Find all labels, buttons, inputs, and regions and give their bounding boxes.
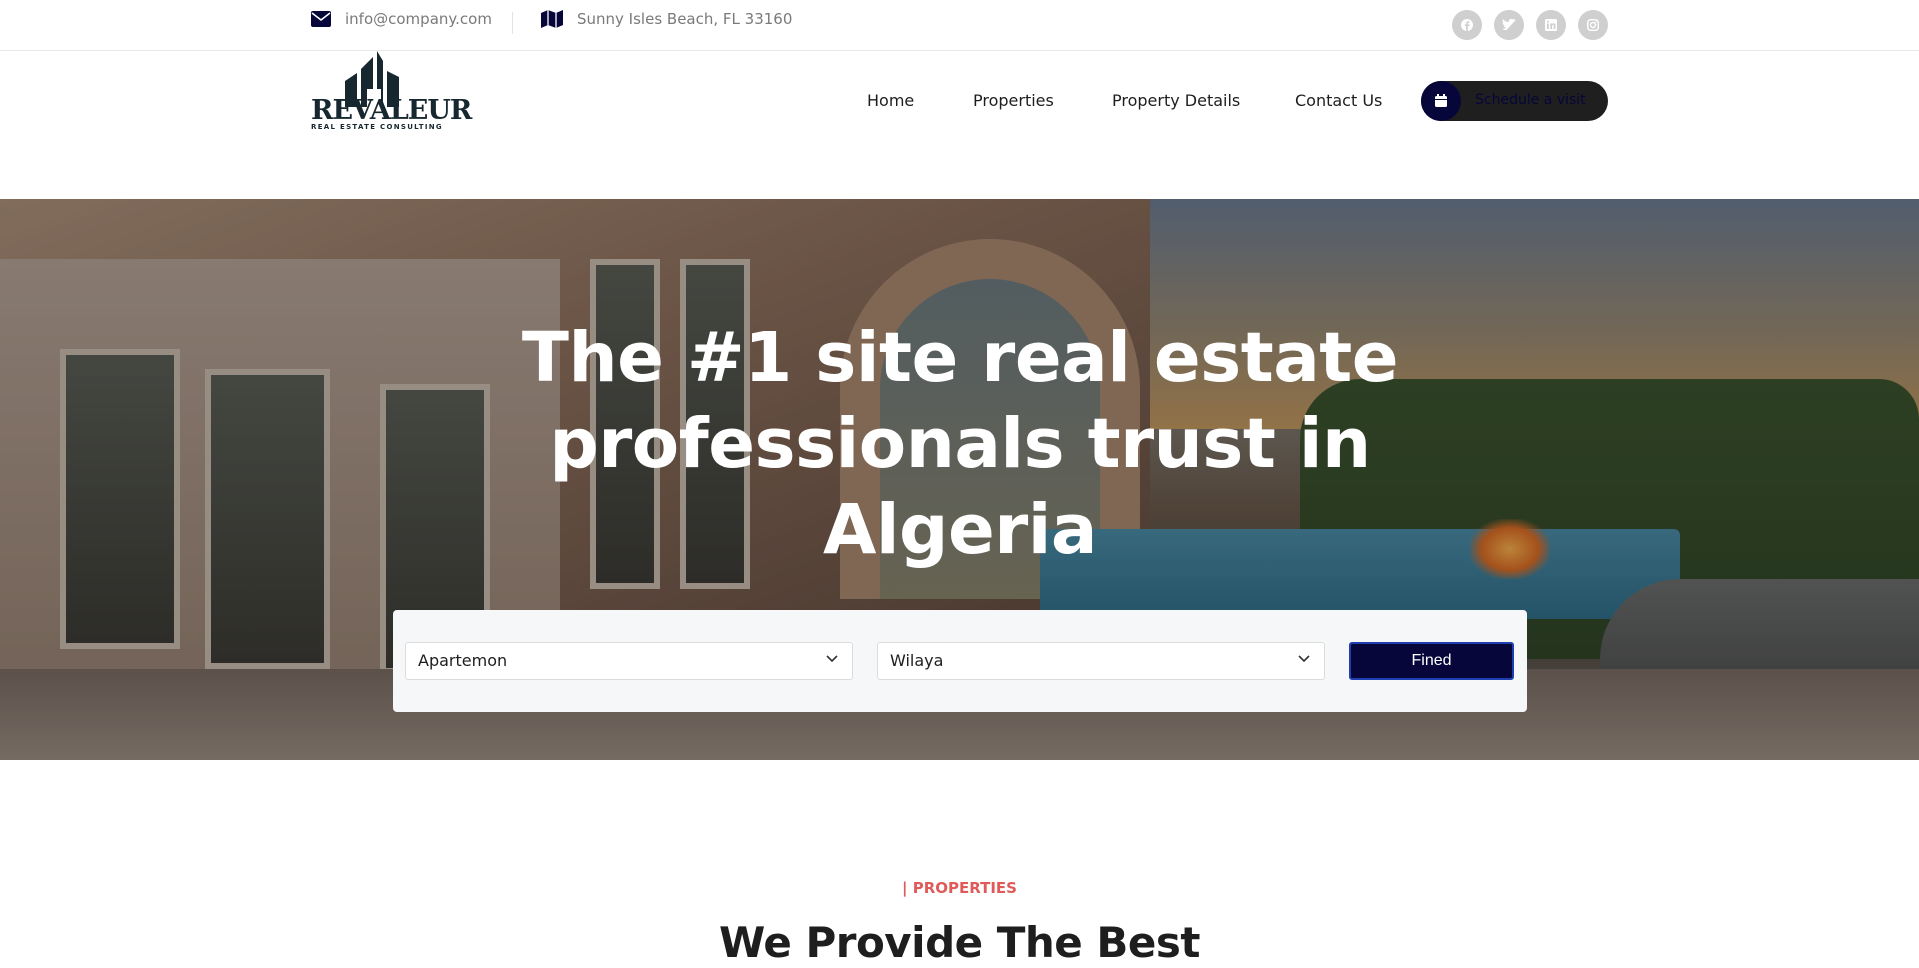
- address-text: Sunny Isles Beach, FL 33160: [577, 10, 793, 28]
- property-type-value: Apartemon: [418, 651, 508, 670]
- wilaya-select[interactable]: Wilaya: [877, 642, 1325, 680]
- logo-wordmark: REVALEUR: [311, 95, 472, 126]
- brand-logo[interactable]: REVALEUR REAL ESTATE CONSULTING: [311, 51, 472, 133]
- nav-properties[interactable]: Properties: [973, 91, 1054, 110]
- calendar-icon: [1421, 81, 1461, 121]
- chevron-down-icon: [1298, 655, 1310, 663]
- top-info-bar: info@company.com Sunny Isles Beach, FL 3…: [0, 0, 1919, 51]
- social-links: [1452, 10, 1608, 40]
- address-info: Sunny Isles Beach, FL 33160: [541, 10, 792, 28]
- map-icon: [541, 10, 563, 28]
- hero-title: The #1 site real estate professionals tr…: [521, 318, 1399, 570]
- wilaya-value: Wilaya: [890, 651, 944, 670]
- property-type-select[interactable]: Apartemon: [405, 642, 853, 680]
- instagram-icon[interactable]: [1578, 10, 1608, 40]
- schedule-visit-button[interactable]: Schedule a visit: [1421, 81, 1608, 121]
- topbar-divider: [512, 12, 513, 34]
- find-button[interactable]: Fined: [1349, 642, 1514, 680]
- email-info[interactable]: info@company.com: [311, 10, 492, 28]
- email-text: info@company.com: [345, 10, 492, 28]
- section-kicker: | PROPERTIES: [902, 879, 1017, 897]
- twitter-icon[interactable]: [1494, 10, 1524, 40]
- main-header: REVALEUR REAL ESTATE CONSULTING Home Pro…: [0, 51, 1919, 199]
- envelope-icon: [311, 11, 331, 27]
- schedule-visit-label: Schedule a visit: [1475, 92, 1586, 108]
- nav-contact-us[interactable]: Contact Us: [1295, 91, 1382, 110]
- property-search-form: Apartemon Wilaya Fined: [393, 610, 1527, 712]
- nav-home[interactable]: Home: [867, 91, 914, 110]
- section-title: We Provide The Best: [719, 918, 1200, 967]
- nav-property-details[interactable]: Property Details: [1112, 91, 1240, 110]
- logo-tagline: REAL ESTATE CONSULTING: [311, 123, 443, 131]
- chevron-down-icon: [826, 655, 838, 663]
- facebook-icon[interactable]: [1452, 10, 1482, 40]
- linkedin-icon[interactable]: [1536, 10, 1566, 40]
